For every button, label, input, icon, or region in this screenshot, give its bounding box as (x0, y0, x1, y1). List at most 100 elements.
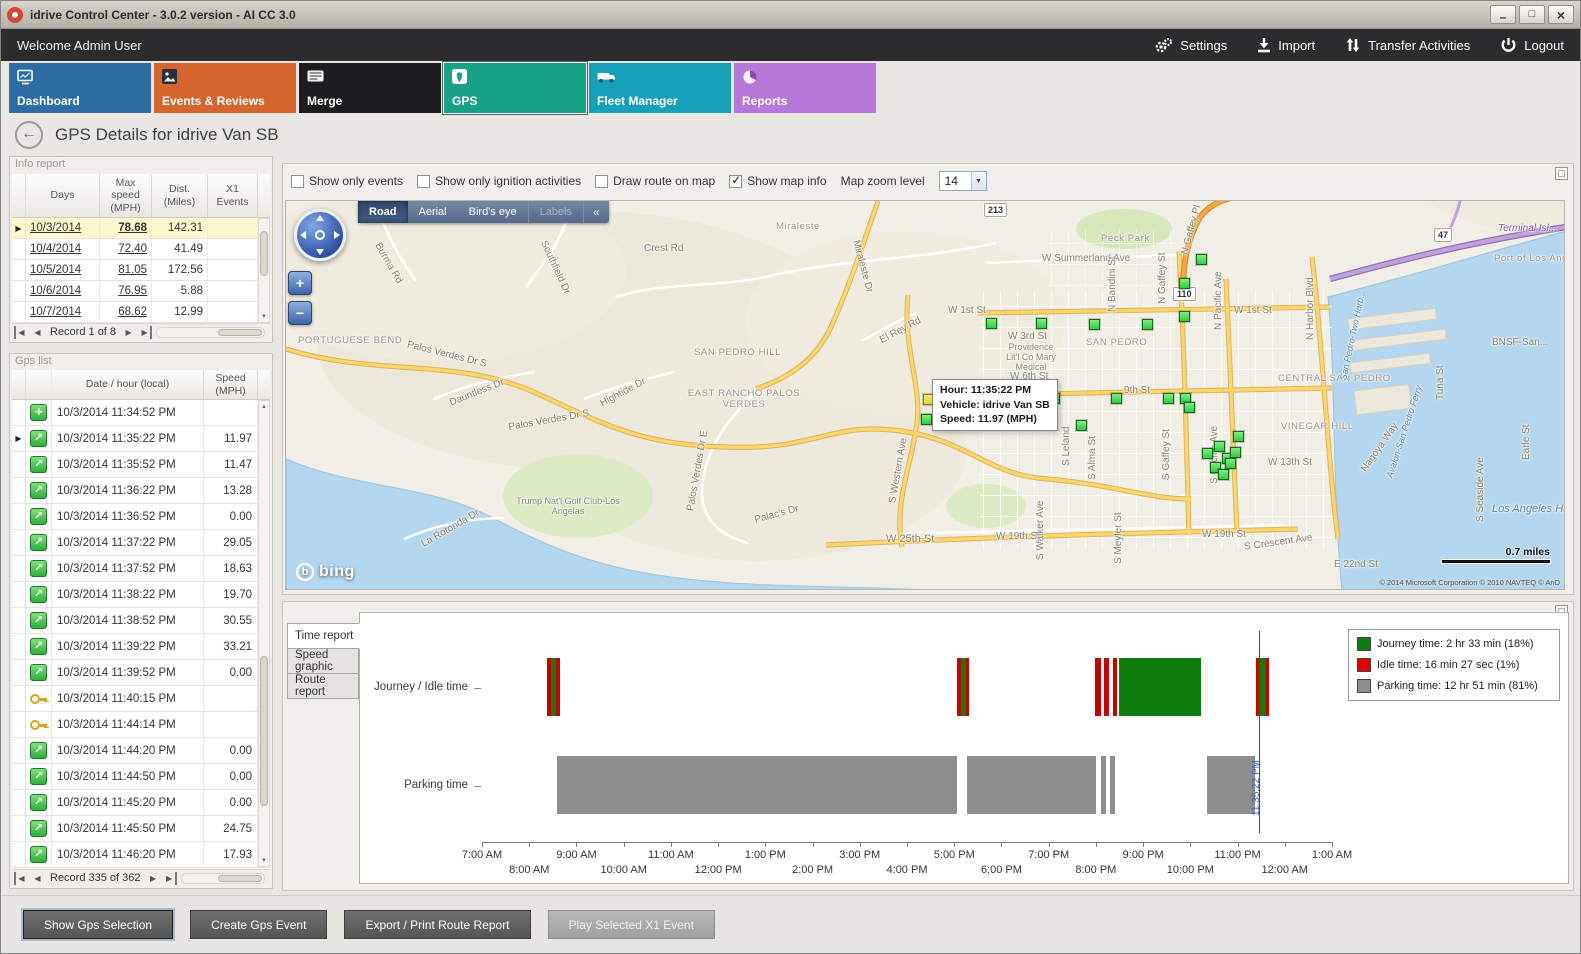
day-link[interactable]: 10/3/2014 (26, 218, 100, 238)
gps-marker[interactable] (1076, 420, 1087, 431)
scroll-up-icon[interactable] (259, 401, 269, 412)
checkbox-box[interactable] (291, 175, 304, 188)
gps-list-row[interactable]: 10/3/2014 11:40:15 PM (12, 686, 270, 712)
map-option-checkbox[interactable]: Show only ignition activities (417, 174, 581, 188)
map-zoom-select[interactable]: 14 (939, 171, 987, 191)
nav-tile-reports[interactable]: Reports (734, 63, 876, 113)
gps-marker[interactable] (1179, 311, 1190, 322)
gps-marker[interactable] (1036, 318, 1047, 329)
minimize-button[interactable] (1490, 5, 1516, 24)
gps-marker[interactable] (1214, 441, 1225, 452)
max-speed-link[interactable]: 68.62 (100, 302, 152, 322)
day-link[interactable]: 10/6/2014 (26, 281, 100, 301)
compass-control[interactable] (294, 209, 346, 261)
pan-north-icon[interactable] (316, 215, 324, 221)
day-link[interactable]: 10/7/2014 (26, 302, 100, 322)
prev-page-button[interactable] (30, 872, 45, 885)
collapse-toolbar-icon[interactable] (583, 201, 609, 223)
gps-marker[interactable] (1218, 469, 1229, 480)
checkbox-box[interactable] (595, 175, 608, 188)
day-link[interactable]: 10/5/2014 (26, 260, 100, 280)
report-tab[interactable]: Speed graphic (287, 648, 359, 674)
footer-action-button[interactable]: Export / Print Route Report (344, 910, 530, 939)
gps-list-scrollbar[interactable] (258, 400, 270, 867)
scrollbar-thumb[interactable] (218, 329, 262, 336)
gps-marker[interactable] (1230, 447, 1241, 458)
transfer-activities-button[interactable]: Transfer Activities (1345, 37, 1470, 53)
report-tab[interactable]: Time report (287, 623, 360, 649)
pager-scrollbar[interactable] (181, 873, 265, 884)
last-page-button[interactable] (137, 326, 152, 339)
title-bar[interactable]: idrive Control Center - 3.0.2 version - … (1, 1, 1580, 29)
max-speed-link[interactable]: 76.95 (100, 281, 152, 301)
gps-marker[interactable] (921, 414, 932, 425)
gps-marker[interactable] (1233, 431, 1244, 442)
info-report-row[interactable]: 10/7/2014 68.62 12.99 (12, 302, 270, 323)
gps-marker[interactable] (1089, 319, 1100, 330)
scroll-down-icon[interactable] (259, 855, 269, 866)
max-speed-link[interactable]: 78.68 (100, 218, 152, 238)
first-page-button[interactable] (14, 872, 29, 885)
gps-list-row[interactable]: 10/3/2014 11:39:22 PM 33.21 (12, 634, 270, 660)
gps-list-row[interactable]: 10/3/2014 11:34:52 PM (12, 400, 270, 426)
scrollbar-thumb[interactable] (260, 656, 268, 806)
chevron-down-icon[interactable] (971, 172, 986, 190)
pan-south-icon[interactable] (316, 249, 324, 255)
first-page-button[interactable] (14, 326, 29, 339)
max-speed-column-header[interactable]: Max speed (MPH) (100, 174, 152, 217)
info-report-scrollbar[interactable] (258, 218, 270, 323)
nav-tile-dashboard[interactable]: Dashboard (9, 63, 151, 113)
nav-tile-merge[interactable]: Merge (299, 63, 441, 113)
import-button[interactable]: Import (1257, 37, 1315, 53)
maximize-button[interactable] (1519, 5, 1545, 24)
footer-action-button[interactable]: Show Gps Selection (23, 910, 173, 939)
checkbox-box[interactable] (729, 175, 742, 188)
pan-east-icon[interactable] (334, 231, 340, 239)
gps-marker[interactable] (986, 318, 997, 329)
days-column-header[interactable]: Days (26, 174, 100, 217)
last-page-button[interactable] (162, 872, 177, 885)
next-page-button[interactable] (146, 872, 161, 885)
info-report-row[interactable]: 10/5/2014 81.05 172.56 (12, 260, 270, 281)
gps-marker[interactable] (1225, 458, 1236, 469)
pan-west-icon[interactable] (300, 231, 306, 239)
zoom-in-button[interactable] (288, 271, 312, 295)
logout-button[interactable]: Logout (1500, 37, 1564, 54)
gps-list-row[interactable]: 10/3/2014 11:35:22 PM 11.97 (12, 426, 270, 452)
gps-list-row[interactable]: 10/3/2014 11:44:14 PM (12, 712, 270, 738)
gps-marker[interactable] (1184, 402, 1195, 413)
scrollbar-thumb[interactable] (260, 231, 268, 276)
map[interactable]: MiralesteMiraleste DrCrest RdBurma RdSou… (285, 200, 1565, 590)
checkbox-box[interactable] (417, 175, 430, 188)
gps-marker[interactable] (1163, 393, 1174, 404)
scrollbar-thumb[interactable] (218, 875, 262, 882)
speed-column-header[interactable]: Speed (MPH) (204, 370, 258, 399)
close-button[interactable] (1548, 5, 1574, 24)
map-option-checkbox[interactable]: Show only events (291, 174, 403, 188)
zoom-out-button[interactable] (288, 301, 312, 325)
gps-list-row[interactable]: 10/3/2014 11:44:50 PM 0.00 (12, 764, 270, 790)
map-option-checkbox[interactable]: Draw route on map (595, 174, 715, 188)
compass-center-dot[interactable] (315, 230, 325, 240)
gps-list-row[interactable]: 10/3/2014 11:35:52 PM 11.47 (12, 452, 270, 478)
gps-list-row[interactable]: 10/3/2014 11:38:52 PM 30.55 (12, 608, 270, 634)
info-report-row[interactable]: 10/6/2014 76.95 5.88 (12, 281, 270, 302)
gps-list-row[interactable]: 10/3/2014 11:37:22 PM 29.05 (12, 530, 270, 556)
info-report-row[interactable]: 10/4/2014 72.40 41.49 (12, 239, 270, 260)
gps-marker[interactable] (1142, 319, 1153, 330)
dist-column-header[interactable]: Dist. (Miles) (152, 174, 208, 217)
footer-action-button[interactable]: Create Gps Event (190, 910, 327, 939)
panel-collapse-button[interactable] (1555, 167, 1568, 180)
gps-marker[interactable] (1196, 254, 1207, 265)
gps-list-row[interactable]: 10/3/2014 11:36:22 PM 13.28 (12, 478, 270, 504)
gps-list-row[interactable]: 10/3/2014 11:36:52 PM 0.00 (12, 504, 270, 530)
map-option-checkbox[interactable]: Show map info (729, 174, 826, 188)
map-view-tab[interactable]: Labels (528, 201, 583, 223)
prev-page-button[interactable] (30, 326, 45, 339)
nav-tile-fleet-manager[interactable]: Fleet Manager (589, 63, 731, 113)
max-speed-link[interactable]: 81.05 (100, 260, 152, 280)
day-link[interactable]: 10/4/2014 (26, 239, 100, 259)
gps-list-row[interactable]: 10/3/2014 11:46:20 PM 17.93 (12, 842, 270, 868)
map-view-tab[interactable]: Bird's eye (458, 201, 528, 223)
map-view-tab[interactable]: Road (358, 201, 408, 223)
